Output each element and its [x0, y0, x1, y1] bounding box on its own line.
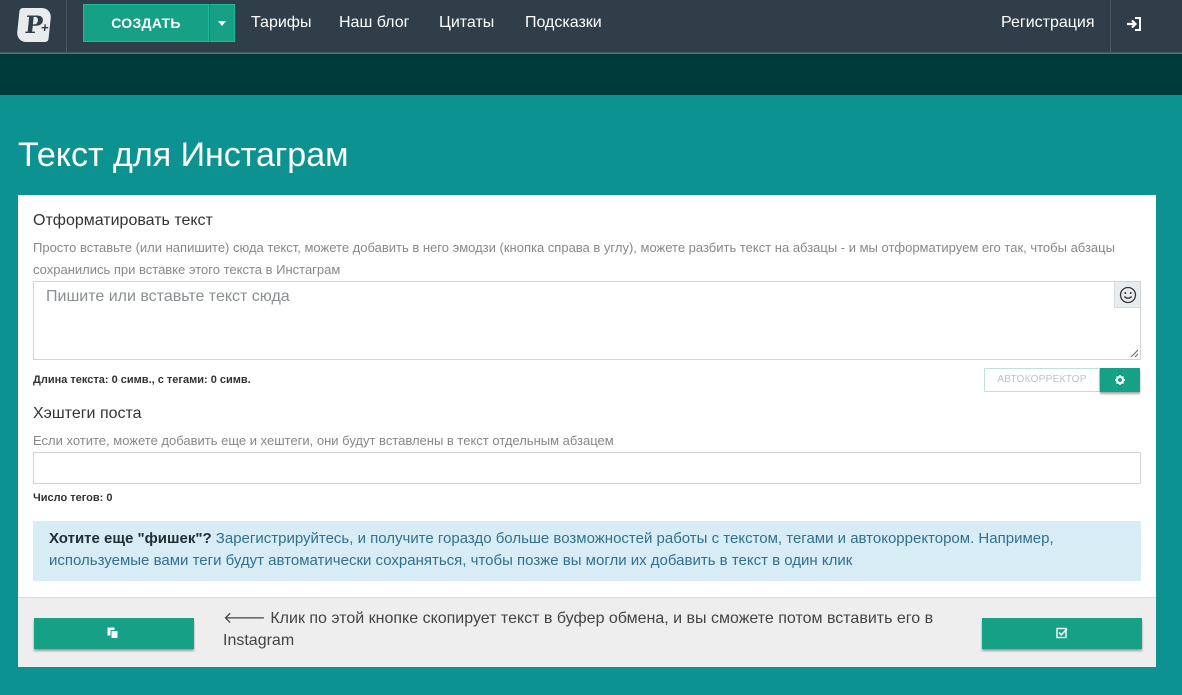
- text-input-placeholder: Пишите или вставьте текст сюда: [46, 288, 290, 305]
- page-title: Текст для Инстаграм: [18, 136, 349, 174]
- top-navbar: P + СОЗДАТЬ Тарифы Наш блог Цитаты Подск…: [0, 0, 1182, 53]
- hashtags-input[interactable]: [33, 452, 1141, 484]
- registration-promo: Хотите еще "фишек"? Зарегистрируйтесь, и…: [33, 521, 1141, 581]
- copy-icon: [107, 627, 119, 639]
- sign-in-icon: [1127, 17, 1141, 31]
- copy-hint: 🡐 Клик по этой кнопке скопирует текст в …: [223, 608, 943, 652]
- card-footer: 🡐 Клик по этой кнопке скопирует текст в …: [18, 597, 1156, 667]
- sub-header-bar: [0, 54, 1182, 95]
- text-length-counter: Длина текста: 0 симв., с тегами: 0 симв.: [33, 374, 251, 386]
- copy-hint-text: Клик по этой кнопке скопирует текст в бу…: [223, 610, 934, 649]
- check-button[interactable]: [982, 618, 1142, 649]
- copy-button[interactable]: [34, 618, 194, 649]
- check-square-icon: [1056, 627, 1068, 639]
- promo-lead: Хотите еще "фишек"?: [49, 530, 212, 547]
- smiley-icon: [1119, 286, 1137, 304]
- nav-link-tips[interactable]: Подсказки: [525, 14, 602, 32]
- logo: P +: [16, 8, 52, 42]
- nav-link-quotes[interactable]: Цитаты: [439, 14, 494, 32]
- emoji-button[interactable]: [1114, 282, 1140, 308]
- create-button[interactable]: СОЗДАТЬ: [83, 4, 209, 42]
- format-hint: Просто вставьте (или напишите) сюда текс…: [33, 240, 1115, 277]
- register-link[interactable]: Регистрация: [1001, 14, 1095, 32]
- gear-icon: [1115, 375, 1125, 385]
- create-dropdown-toggle[interactable]: [209, 4, 235, 42]
- formatter-card: Отформатировать текст Просто вставьте (и…: [18, 195, 1156, 667]
- tags-counter: Число тегов: 0: [33, 492, 113, 504]
- text-input-area[interactable]: Пишите или вставьте текст сюда: [33, 281, 1141, 360]
- nav-link-tariffs[interactable]: Тарифы: [251, 14, 311, 32]
- login-button[interactable]: [1110, 0, 1182, 53]
- caret-down-icon: [218, 21, 226, 26]
- autocorrector-button[interactable]: АВТОКОРРЕКТОР: [984, 368, 1100, 392]
- autocorrector-settings-button[interactable]: [1100, 368, 1140, 392]
- logo-link[interactable]: P +: [0, 0, 67, 53]
- format-section-title: Отформатировать текст: [33, 212, 213, 229]
- resize-handle[interactable]: [1130, 349, 1138, 357]
- hashtags-section-title: Хэштеги поста: [33, 405, 142, 422]
- hashtags-hint: Если хотите, можете добавить еще и хеште…: [33, 433, 614, 448]
- arrow-left-icon: 🡐: [223, 610, 266, 627]
- nav-link-blog[interactable]: Наш блог: [339, 14, 409, 32]
